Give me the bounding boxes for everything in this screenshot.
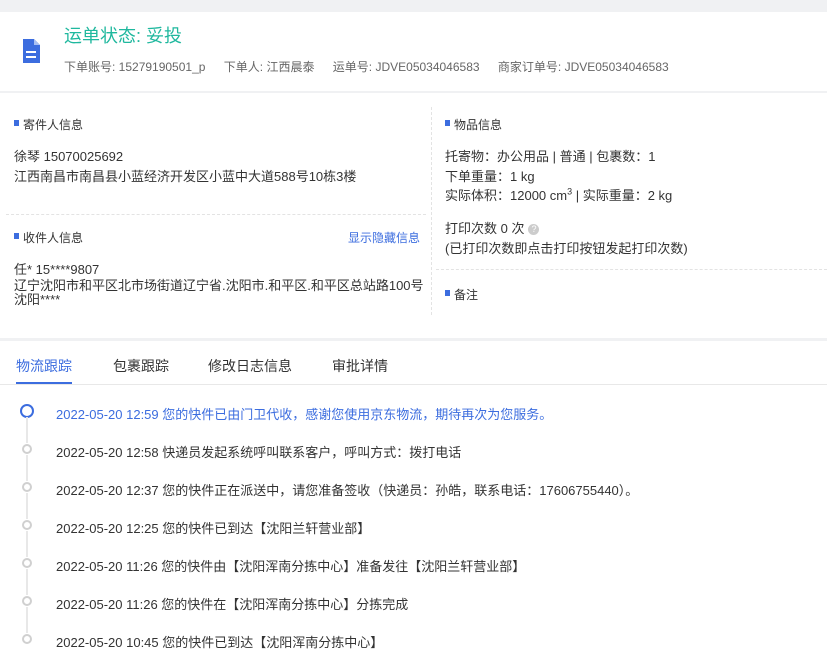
- waybill-header: 运单状态: 妥投 下单账号: 15279190501_p 下单人: 江西晨泰 运…: [0, 12, 827, 91]
- order-weight: 下单重量：1 kg: [445, 169, 535, 184]
- remarks-section-title: 备注: [445, 286, 478, 303]
- tab-logistics-tracking[interactable]: 物流跟踪: [16, 356, 72, 376]
- tab-change-log[interactable]: 修改日志信息: [208, 356, 292, 376]
- tab-approval-details[interactable]: 审批详情: [332, 356, 388, 376]
- timeline-text: 2022-05-20 10:45 您的快件已到达【沈阳浑南分拣中心】: [56, 635, 384, 650]
- timeline-item: 2022-05-20 12:25 您的快件已到达【沈阳兰轩营业部】: [0, 506, 827, 557]
- goods-info-line: 托寄物：办公用品 | 普通 | 包裹数：1: [445, 149, 656, 164]
- timeline-item: 2022-05-20 11:26 您的快件在【沈阳浑南分拣中心】分拣完成: [0, 582, 827, 633]
- actual-volume-weight: 实际体积：12000 cm3 | 实际重量：2 kg: [445, 185, 672, 204]
- active-tab-indicator: [16, 382, 72, 384]
- sender-name-phone: 徐琴 15070025692: [14, 149, 124, 164]
- timeline-dot: [22, 444, 32, 454]
- waybill-meta: 下单账号: 15279190501_p 下单人: 江西晨泰 运单号: JDVE0…: [64, 58, 669, 75]
- logs-panel: 物流跟踪 包裹跟踪 修改日志信息 审批详情 2022-05-20 12:59 您…: [0, 341, 827, 665]
- order-account: 下单账号: 15279190501_p: [64, 60, 206, 74]
- sender-address: 江西南昌市南昌县小蓝经济开发区小蓝中大道588号10栋3楼: [14, 169, 357, 184]
- merchant-order-number: 商家订单号: JDVE05034046583: [497, 60, 669, 74]
- timeline-dot: [22, 596, 32, 606]
- help-icon[interactable]: ?: [528, 224, 540, 235]
- receiver-section-title: 收件人信息: [14, 229, 83, 246]
- print-count-value: 打印次数 0 次: [445, 221, 525, 236]
- tab-bar: 物流跟踪 包裹跟踪 修改日志信息 审批详情: [0, 341, 827, 385]
- timeline-item: 2022-05-20 11:26 您的快件由【沈阳浑南分拣中心】准备发往【沈阳兰…: [0, 544, 827, 595]
- order-person: 下单人: 江西晨泰: [223, 60, 315, 74]
- timeline-dot: [22, 634, 32, 644]
- timeline-text: 2022-05-20 12:37 您的快件正在派送中，请您准备签收（快递员：孙皓…: [56, 483, 639, 498]
- timeline-dot: [22, 520, 32, 530]
- sender-section-title: 寄件人信息: [14, 116, 83, 133]
- timeline-dot: [22, 558, 32, 568]
- divider: [436, 269, 827, 270]
- tab-package-tracking[interactable]: 包裹跟踪: [113, 356, 169, 376]
- timeline-dot-active: [20, 404, 34, 418]
- timeline-text: 2022-05-20 11:26 您的快件在【沈阳浑南分拣中心】分拣完成: [56, 597, 409, 612]
- info-panel: 寄件人信息 徐琴 15070025692 江西南昌市南昌县小蓝经济开发区小蓝中大…: [0, 93, 827, 338]
- print-count-note: (已打印次数即点击打印按钮发起打印次数): [445, 241, 688, 256]
- divider: [6, 214, 426, 215]
- waybill-number: 运单号: JDVE05034046583: [332, 60, 480, 74]
- timeline-text: 2022-05-20 12:25 您的快件已到达【沈阳兰轩营业部】: [56, 521, 371, 536]
- goods-section-title: 物品信息: [445, 116, 502, 133]
- timeline-text: 2022-05-20 12:58 快递员发起系统呼叫联系客户，呼叫方式：拨打电话: [56, 445, 462, 460]
- timeline-item: 2022-05-20 12:58 快递员发起系统呼叫联系客户，呼叫方式：拨打电话: [0, 430, 827, 481]
- receiver-address: 辽宁沈阳市和平区北市场街道辽宁省.沈阳市.和平区.和平区总站路100号沈阳***…: [14, 278, 424, 307]
- timeline-item: 2022-05-20 12:37 您的快件正在派送中，请您准备签收（快递员：孙皓…: [0, 468, 827, 519]
- receiver-name-phone: 任* 15****9807: [14, 262, 100, 277]
- show-hidden-info-link[interactable]: 显示隐藏信息: [348, 229, 420, 246]
- timeline-dot: [22, 482, 32, 492]
- timeline-text: 2022-05-20 12:59 您的快件已由门卫代收，感谢您使用京东物流，期待…: [56, 407, 553, 422]
- timeline-item: 2022-05-20 10:45 您的快件已到达【沈阳浑南分拣中心】: [0, 620, 827, 658]
- actual-volume: 实际体积：12000 cm: [445, 188, 568, 203]
- print-count: 打印次数 0 次?: [445, 218, 540, 237]
- actual-weight: | 实际重量：2 kg: [572, 188, 673, 203]
- timeline-item: 2022-05-20 12:59 您的快件已由门卫代收，感谢您使用京东物流，期待…: [0, 392, 827, 443]
- document-icon: [23, 39, 40, 63]
- timeline-text: 2022-05-20 11:26 您的快件由【沈阳浑南分拣中心】准备发往【沈阳兰…: [56, 559, 526, 574]
- waybill-status: 运单状态: 妥投: [64, 26, 183, 46]
- column-divider: [431, 107, 432, 315]
